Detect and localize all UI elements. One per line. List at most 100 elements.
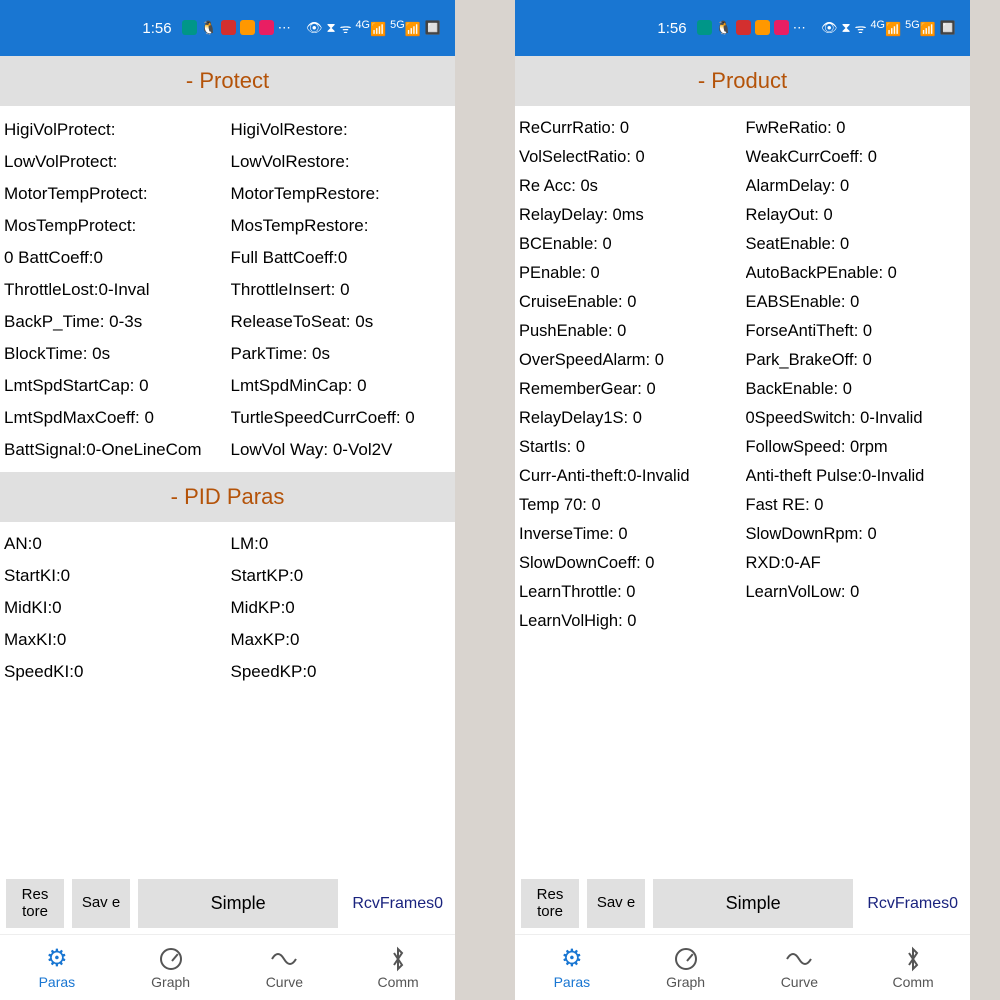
param-row[interactable]: RememberGear: 0BackEnable: 0 — [517, 375, 968, 404]
param-cell[interactable]: LearnVolLow: 0 — [746, 583, 967, 602]
param-cell[interactable]: Park_BrakeOff: 0 — [746, 351, 967, 370]
param-cell[interactable]: EABSEnable: 0 — [746, 293, 967, 312]
param-cell[interactable]: LowVol Way: 0-Vol2V — [231, 440, 452, 460]
param-cell[interactable]: LM:0 — [231, 534, 452, 554]
param-row[interactable]: MosTempProtect:MosTempRestore: — [2, 210, 453, 242]
param-cell[interactable]: Fast RE: 0 — [746, 496, 967, 515]
param-cell[interactable]: LearnThrottle: 0 — [519, 583, 746, 602]
param-row[interactable]: LearnVolHigh: 0 — [517, 607, 968, 636]
param-cell[interactable]: WeakCurrCoeff: 0 — [746, 148, 967, 167]
param-row[interactable]: BattSignal:0-OneLineComLowVol Way: 0-Vol… — [2, 434, 453, 466]
section-header-pid[interactable]: - PID Paras — [0, 472, 455, 522]
param-cell[interactable]: SpeedKI:0 — [4, 662, 231, 682]
section-header-protect[interactable]: - Protect — [0, 56, 455, 106]
param-cell[interactable]: LowVolProtect: — [4, 152, 231, 172]
param-cell[interactable]: StartKP:0 — [231, 566, 452, 586]
param-cell[interactable]: LmtSpdMinCap: 0 — [231, 376, 452, 396]
param-cell[interactable]: AlarmDelay: 0 — [746, 177, 967, 196]
param-cell[interactable]: RelayDelay: 0ms — [519, 206, 746, 225]
param-cell[interactable]: MotorTempProtect: — [4, 184, 231, 204]
nav-paras[interactable]: Paras — [515, 935, 629, 1000]
nav-curve[interactable]: Curve — [228, 935, 342, 1000]
param-cell[interactable]: SpeedKP:0 — [231, 662, 452, 682]
param-cell[interactable]: BackEnable: 0 — [746, 380, 967, 399]
param-cell[interactable]: RelayOut: 0 — [746, 206, 967, 225]
nav-comm[interactable]: Comm — [341, 935, 455, 1000]
restore-button[interactable]: Res tore — [6, 879, 64, 928]
param-cell[interactable]: BlockTime: 0s — [4, 344, 231, 364]
param-cell[interactable]: FollowSpeed: 0rpm — [746, 438, 967, 457]
param-cell[interactable]: PEnable: 0 — [519, 264, 746, 283]
param-row[interactable]: RelayDelay1S: 00SpeedSwitch: 0-Invalid — [517, 404, 968, 433]
param-cell[interactable]: ReleaseToSeat: 0s — [231, 312, 452, 332]
param-cell[interactable]: SlowDownCoeff: 0 — [519, 554, 746, 573]
param-cell[interactable]: MosTempProtect: — [4, 216, 231, 236]
param-cell[interactable]: Temp 70: 0 — [519, 496, 746, 515]
param-cell[interactable]: MosTempRestore: — [231, 216, 452, 236]
param-row[interactable]: 0 BattCoeff:0Full BattCoeff:0 — [2, 242, 453, 274]
param-row[interactable]: StartKI:0StartKP:0 — [2, 560, 453, 592]
param-row[interactable]: ThrottleLost:0-InvalThrottleInsert: 0 — [2, 274, 453, 306]
nav-paras[interactable]: Paras — [0, 935, 114, 1000]
param-cell[interactable]: MotorTempRestore: — [231, 184, 452, 204]
restore-button[interactable]: Res tore — [521, 879, 579, 928]
param-cell[interactable] — [746, 612, 967, 631]
save-button[interactable]: Sav e — [587, 879, 645, 928]
param-cell[interactable]: StartIs: 0 — [519, 438, 746, 457]
param-row[interactable]: LmtSpdMaxCoeff: 0TurtleSpeedCurrCoeff: 0 — [2, 402, 453, 434]
param-cell[interactable]: AN:0 — [4, 534, 231, 554]
param-cell[interactable]: SlowDownRpm: 0 — [746, 525, 967, 544]
param-row[interactable]: SlowDownCoeff: 0RXD:0-AF — [517, 549, 968, 578]
param-row[interactable]: VolSelectRatio: 0WeakCurrCoeff: 0 — [517, 143, 968, 172]
param-cell[interactable]: ReCurrRatio: 0 — [519, 119, 746, 138]
param-cell[interactable]: MaxKP:0 — [231, 630, 452, 650]
param-row[interactable]: MidKI:0MidKP:0 — [2, 592, 453, 624]
param-cell[interactable]: RememberGear: 0 — [519, 380, 746, 399]
param-row[interactable]: StartIs: 0FollowSpeed: 0rpm — [517, 433, 968, 462]
param-cell[interactable]: LearnVolHigh: 0 — [519, 612, 746, 631]
param-cell[interactable]: Re Acc: 0s — [519, 177, 746, 196]
param-row[interactable]: CruiseEnable: 0EABSEnable: 0 — [517, 288, 968, 317]
param-cell[interactable]: HigiVolRestore: — [231, 120, 452, 140]
param-row[interactable]: OverSpeedAlarm: 0Park_BrakeOff: 0 — [517, 346, 968, 375]
param-row[interactable]: LearnThrottle: 0LearnVolLow: 0 — [517, 578, 968, 607]
param-cell[interactable]: AutoBackPEnable: 0 — [746, 264, 967, 283]
param-cell[interactable]: CruiseEnable: 0 — [519, 293, 746, 312]
param-row[interactable]: InverseTime: 0SlowDownRpm: 0 — [517, 520, 968, 549]
param-row[interactable]: ReCurrRatio: 0FwReRatio: 0 — [517, 114, 968, 143]
param-row[interactable]: MaxKI:0MaxKP:0 — [2, 624, 453, 656]
param-cell[interactable]: ForseAntiTheft: 0 — [746, 322, 967, 341]
nav-comm[interactable]: Comm — [856, 935, 970, 1000]
param-row[interactable]: AN:0LM:0 — [2, 528, 453, 560]
simple-button[interactable]: Simple — [138, 879, 338, 928]
nav-graph[interactable]: Graph — [114, 935, 228, 1000]
param-cell[interactable]: MaxKI:0 — [4, 630, 231, 650]
param-cell[interactable]: OverSpeedAlarm: 0 — [519, 351, 746, 370]
simple-button[interactable]: Simple — [653, 879, 853, 928]
param-cell[interactable]: StartKI:0 — [4, 566, 231, 586]
param-row[interactable]: SpeedKI:0SpeedKP:0 — [2, 656, 453, 688]
param-cell[interactable]: MidKI:0 — [4, 598, 231, 618]
param-cell[interactable]: LowVolRestore: — [231, 152, 452, 172]
param-cell[interactable]: InverseTime: 0 — [519, 525, 746, 544]
param-cell[interactable]: HigiVolProtect: — [4, 120, 231, 140]
nav-curve[interactable]: Curve — [743, 935, 857, 1000]
param-cell[interactable]: ThrottleInsert: 0 — [231, 280, 452, 300]
nav-graph[interactable]: Graph — [629, 935, 743, 1000]
param-cell[interactable]: RXD:0-AF — [746, 554, 967, 573]
param-cell[interactable]: 0SpeedSwitch: 0-Invalid — [746, 409, 967, 428]
param-cell[interactable]: PushEnable: 0 — [519, 322, 746, 341]
param-cell[interactable]: LmtSpdStartCap: 0 — [4, 376, 231, 396]
param-cell[interactable]: LmtSpdMaxCoeff: 0 — [4, 408, 231, 428]
param-cell[interactable]: BCEnable: 0 — [519, 235, 746, 254]
param-cell[interactable]: Anti-theft Pulse:0-Invalid — [746, 467, 967, 486]
save-button[interactable]: Sav e — [72, 879, 130, 928]
param-row[interactable]: PEnable: 0AutoBackPEnable: 0 — [517, 259, 968, 288]
param-cell[interactable]: BattSignal:0-OneLineCom — [4, 440, 231, 460]
param-cell[interactable]: BackP_Time: 0-3s — [4, 312, 231, 332]
param-row[interactable]: BCEnable: 0SeatEnable: 0 — [517, 230, 968, 259]
param-cell[interactable]: MidKP:0 — [231, 598, 452, 618]
param-cell[interactable]: Full BattCoeff:0 — [231, 248, 452, 268]
param-cell[interactable]: VolSelectRatio: 0 — [519, 148, 746, 167]
param-row[interactable]: BlockTime: 0sParkTime: 0s — [2, 338, 453, 370]
